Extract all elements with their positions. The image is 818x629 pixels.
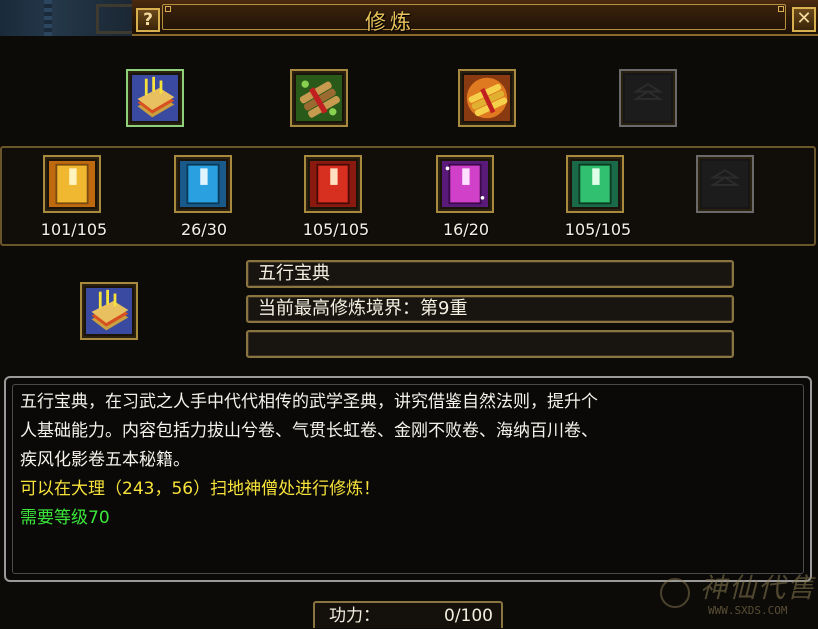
level-requirement: 需要等级70 [20, 508, 110, 528]
top-slot-fire-book[interactable] [126, 69, 184, 127]
book-slot-purple[interactable] [436, 155, 494, 213]
fire-book-icon [132, 75, 178, 121]
book-count: 105/105 [302, 220, 370, 239]
empty-slot-icon [625, 75, 671, 121]
book-count: 16/20 [442, 220, 490, 239]
extra-info-field [246, 330, 734, 358]
background-scenery [0, 0, 132, 36]
empty-slot-icon [702, 161, 748, 207]
scroll-bundle-icon [296, 75, 342, 121]
purple-book-icon [442, 161, 488, 207]
book-count: 105/105 [564, 220, 632, 239]
power-label: 功力： [329, 606, 380, 626]
power-display: 功力： 0/100 [313, 601, 503, 628]
top-slot-empty[interactable] [619, 69, 677, 127]
frame-corner-ornament [778, 6, 784, 12]
location-hint: 可以在大理（243，56）扫地神僧处进行修炼！ [20, 479, 381, 499]
frame-corner-ornament [165, 6, 171, 12]
window-title: 修炼 [365, 10, 415, 34]
description-line: 五行宝典，在习武之人手中代代相传的武学圣典，讲究借鉴自然法则，提升个 [20, 392, 598, 412]
watermark-text: 神仙代售 [700, 573, 816, 604]
watermark-url: WWW.SXDS.COM [708, 604, 788, 617]
book-slot-green[interactable] [566, 155, 624, 213]
description-text: 五行宝典，在习武之人手中代代相传的武学圣典，讲究借鉴自然法则，提升个 人基础能力… [20, 388, 800, 533]
book-count: 26/30 [180, 220, 228, 239]
cultivation-realm-field: 当前最高修炼境界：第9重 [246, 295, 734, 323]
top-slot-gold-scroll[interactable] [458, 69, 516, 127]
fire-book-icon [86, 288, 132, 334]
selected-book-slot [80, 282, 138, 340]
description-line: 人基础能力。内容包括力拔山兮卷、气贯长虹卷、金刚不败卷、海纳百川卷、 [20, 421, 598, 441]
book-slot-empty[interactable] [696, 155, 754, 213]
top-slot-scroll-bundle[interactable] [290, 69, 348, 127]
book-count: 101/105 [40, 220, 108, 239]
window-titlebar [132, 0, 818, 36]
gold-scroll-icon [464, 75, 510, 121]
power-value: 0/100 [444, 606, 493, 626]
help-button[interactable]: ? [136, 8, 160, 32]
description-line: 疾风化影卷五本秘籍。 [20, 450, 190, 470]
watermark-seal-icon [660, 578, 690, 608]
close-button[interactable]: ✕ [792, 7, 816, 32]
book-slot-red[interactable] [304, 155, 362, 213]
red-book-icon [310, 161, 356, 207]
blue-book-icon [180, 161, 226, 207]
yellow-book-icon [49, 161, 95, 207]
book-slot-yellow[interactable] [43, 155, 101, 213]
book-slot-blue[interactable] [174, 155, 232, 213]
titlebar-frame [162, 4, 786, 30]
green-book-icon [572, 161, 618, 207]
book-name-field: 五行宝典 [246, 260, 734, 288]
